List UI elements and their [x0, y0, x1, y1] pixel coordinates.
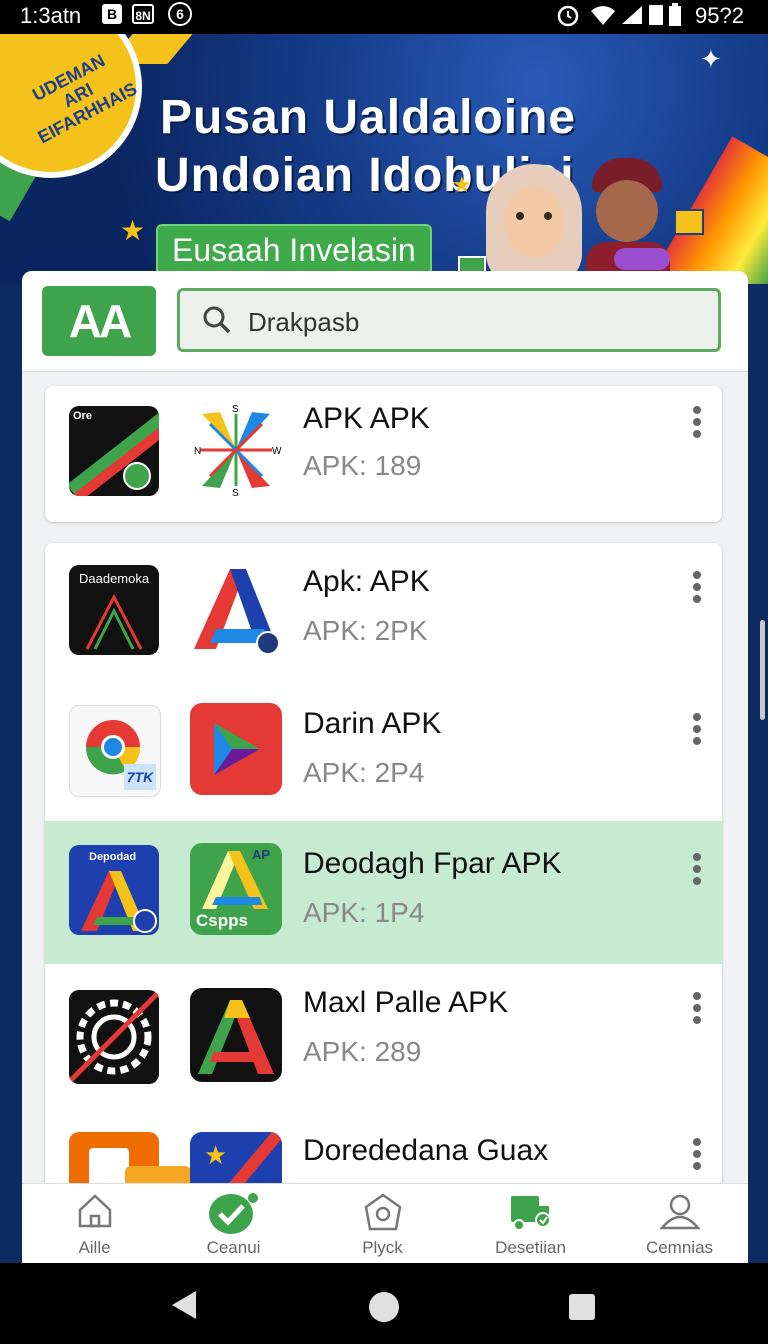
pentagon-icon — [364, 1193, 401, 1231]
signal-icon — [622, 6, 642, 24]
app-title: Dorededana Guax — [303, 1134, 549, 1167]
sparkle-icon: ✦ — [700, 44, 722, 74]
more-options-icon[interactable] — [687, 1138, 707, 1178]
home-circle-icon[interactable] — [368, 1291, 400, 1323]
compass-letter: S — [232, 404, 239, 415]
nav-item-cemnias[interactable]: Cemnias — [607, 1184, 752, 1264]
nav-label: Desetiian — [495, 1238, 566, 1257]
status-bar: 1:3atn B 8N 6 95?2 — [0, 0, 768, 34]
list-item[interactable]: Ore N S S W APK APK APK: 189 — [45, 386, 722, 526]
notification-circle-icon: 6 — [168, 2, 192, 26]
system-navigation-bar — [0, 1263, 768, 1344]
compass-icon: N S S W — [194, 404, 282, 496]
app-icon: Ore — [69, 406, 159, 496]
nav-label: Plyck — [362, 1238, 403, 1257]
back-icon[interactable] — [170, 1289, 198, 1321]
app-subtitle: APK: 289 — [303, 1036, 422, 1067]
truck-icon — [510, 1196, 551, 1231]
app-title: Maxl Palle APK — [303, 986, 509, 1019]
more-options-icon[interactable] — [687, 571, 707, 611]
notification-8n-icon: 8N — [132, 4, 154, 24]
recents-icon[interactable] — [568, 1293, 596, 1321]
more-options-icon[interactable] — [687, 853, 707, 893]
compass-letter: S — [232, 488, 239, 496]
app-icon-label: Ore — [73, 410, 92, 422]
app-title: APK APK — [303, 402, 430, 435]
banner-badge-text: UDEMAN ARI EIFARHHAIS — [29, 50, 141, 148]
check-icon — [208, 1193, 258, 1234]
nav-label: Aille — [78, 1238, 111, 1257]
chrome-icon: 7TK — [69, 705, 161, 797]
app-card: Ore N S S W APK APK APK: 189 — [45, 386, 722, 522]
list-item[interactable]: Maxl Palle APK APK: 289 — [45, 964, 722, 1104]
list-item[interactable]: 7TK Darin APK APK: 2P4 — [45, 683, 722, 823]
search-text: Drakpasb — [248, 307, 360, 337]
app-icon — [194, 569, 280, 655]
gear-icon — [69, 990, 159, 1084]
app-icon-label: 7TK — [124, 764, 156, 790]
star-icon: ★ — [452, 172, 472, 197]
sim-icon — [649, 5, 663, 25]
flag-sticker-icon — [674, 209, 704, 235]
app-title: Darin APK — [303, 707, 442, 740]
home-icon — [78, 1194, 111, 1228]
app-icon: Depodad — [69, 845, 159, 935]
more-options-icon[interactable] — [687, 992, 707, 1032]
app-title: Deodagh Fpar APK — [303, 847, 562, 880]
star-icon: ★ — [120, 215, 146, 246]
compass-letter: W — [272, 446, 282, 457]
person-icon — [658, 1194, 701, 1230]
app-icon: Daademoka — [69, 565, 159, 655]
battery-text: 95?2 — [695, 3, 744, 28]
list-item[interactable]: Daademoka Apk: APK APK: 2PK — [45, 543, 722, 683]
app-title: Apk: APK — [303, 565, 430, 598]
app-card: Daademoka Apk: APK APK: 2PK 7TK Darin AP… — [45, 543, 722, 1263]
app-subtitle: APK: 1P4 — [303, 897, 425, 928]
nav-label: Cemnias — [645, 1238, 714, 1257]
bottom-navigation: Aille Ceanui Plyck Desetiian Cemnias — [22, 1183, 748, 1264]
character-boy-illustration — [586, 158, 676, 284]
app-icon: AP Cspps — [190, 843, 282, 935]
app-icon — [190, 988, 282, 1082]
app-icon-label: Depodad — [89, 851, 137, 863]
search-input[interactable]: Drakpasb — [177, 288, 721, 352]
banner-pill[interactable]: Eusaah Invelasin — [156, 224, 432, 276]
app-icon-label: Cspps — [196, 911, 248, 930]
more-options-icon[interactable] — [687, 406, 707, 446]
app-subtitle: APK: 2PK — [303, 615, 428, 646]
app-list-panel: AA Drakpasb Ore N S S W APK APK APK: 189… — [22, 271, 748, 1263]
list-item-selected[interactable]: Depodad AP Cspps Deodagh Fpar APK APK: 1… — [45, 821, 722, 964]
search-header: AA Drakpasb — [22, 271, 748, 372]
app-subtitle: APK: 189 — [303, 450, 422, 481]
play-store-icon — [190, 703, 282, 795]
more-options-icon[interactable] — [687, 713, 707, 753]
banner-title-line1: Pusan Ualdaloine — [160, 91, 577, 144]
search-icon — [203, 306, 231, 334]
promo-banner[interactable]: UDEMAN ARI EIFARHHAIS Pusan Ualdaloine U… — [0, 34, 768, 284]
app-logo-button[interactable]: AA — [42, 286, 156, 356]
nav-label: Ceanui — [206, 1238, 261, 1257]
battery-icon — [669, 3, 681, 26]
nav-item-home[interactable]: Aille — [22, 1184, 167, 1264]
nav-item-plyck[interactable]: Plyck — [310, 1184, 455, 1264]
character-girl-illustration — [486, 164, 586, 284]
alarm-icon — [557, 5, 579, 27]
app-icon-corner-label: AP — [252, 847, 271, 862]
status-time: 1:3atn — [20, 3, 82, 28]
wifi-icon — [591, 6, 615, 25]
compass-letter: N — [194, 446, 201, 457]
scrollbar[interactable] — [760, 620, 765, 720]
app-icon-label: Daademoka — [79, 571, 150, 586]
notification-b-icon: B — [102, 4, 122, 24]
app-subtitle: APK: 2P4 — [303, 757, 425, 788]
nav-item-check[interactable]: Ceanui — [161, 1184, 306, 1264]
nav-item-desetiian[interactable]: Desetiian — [458, 1184, 603, 1264]
